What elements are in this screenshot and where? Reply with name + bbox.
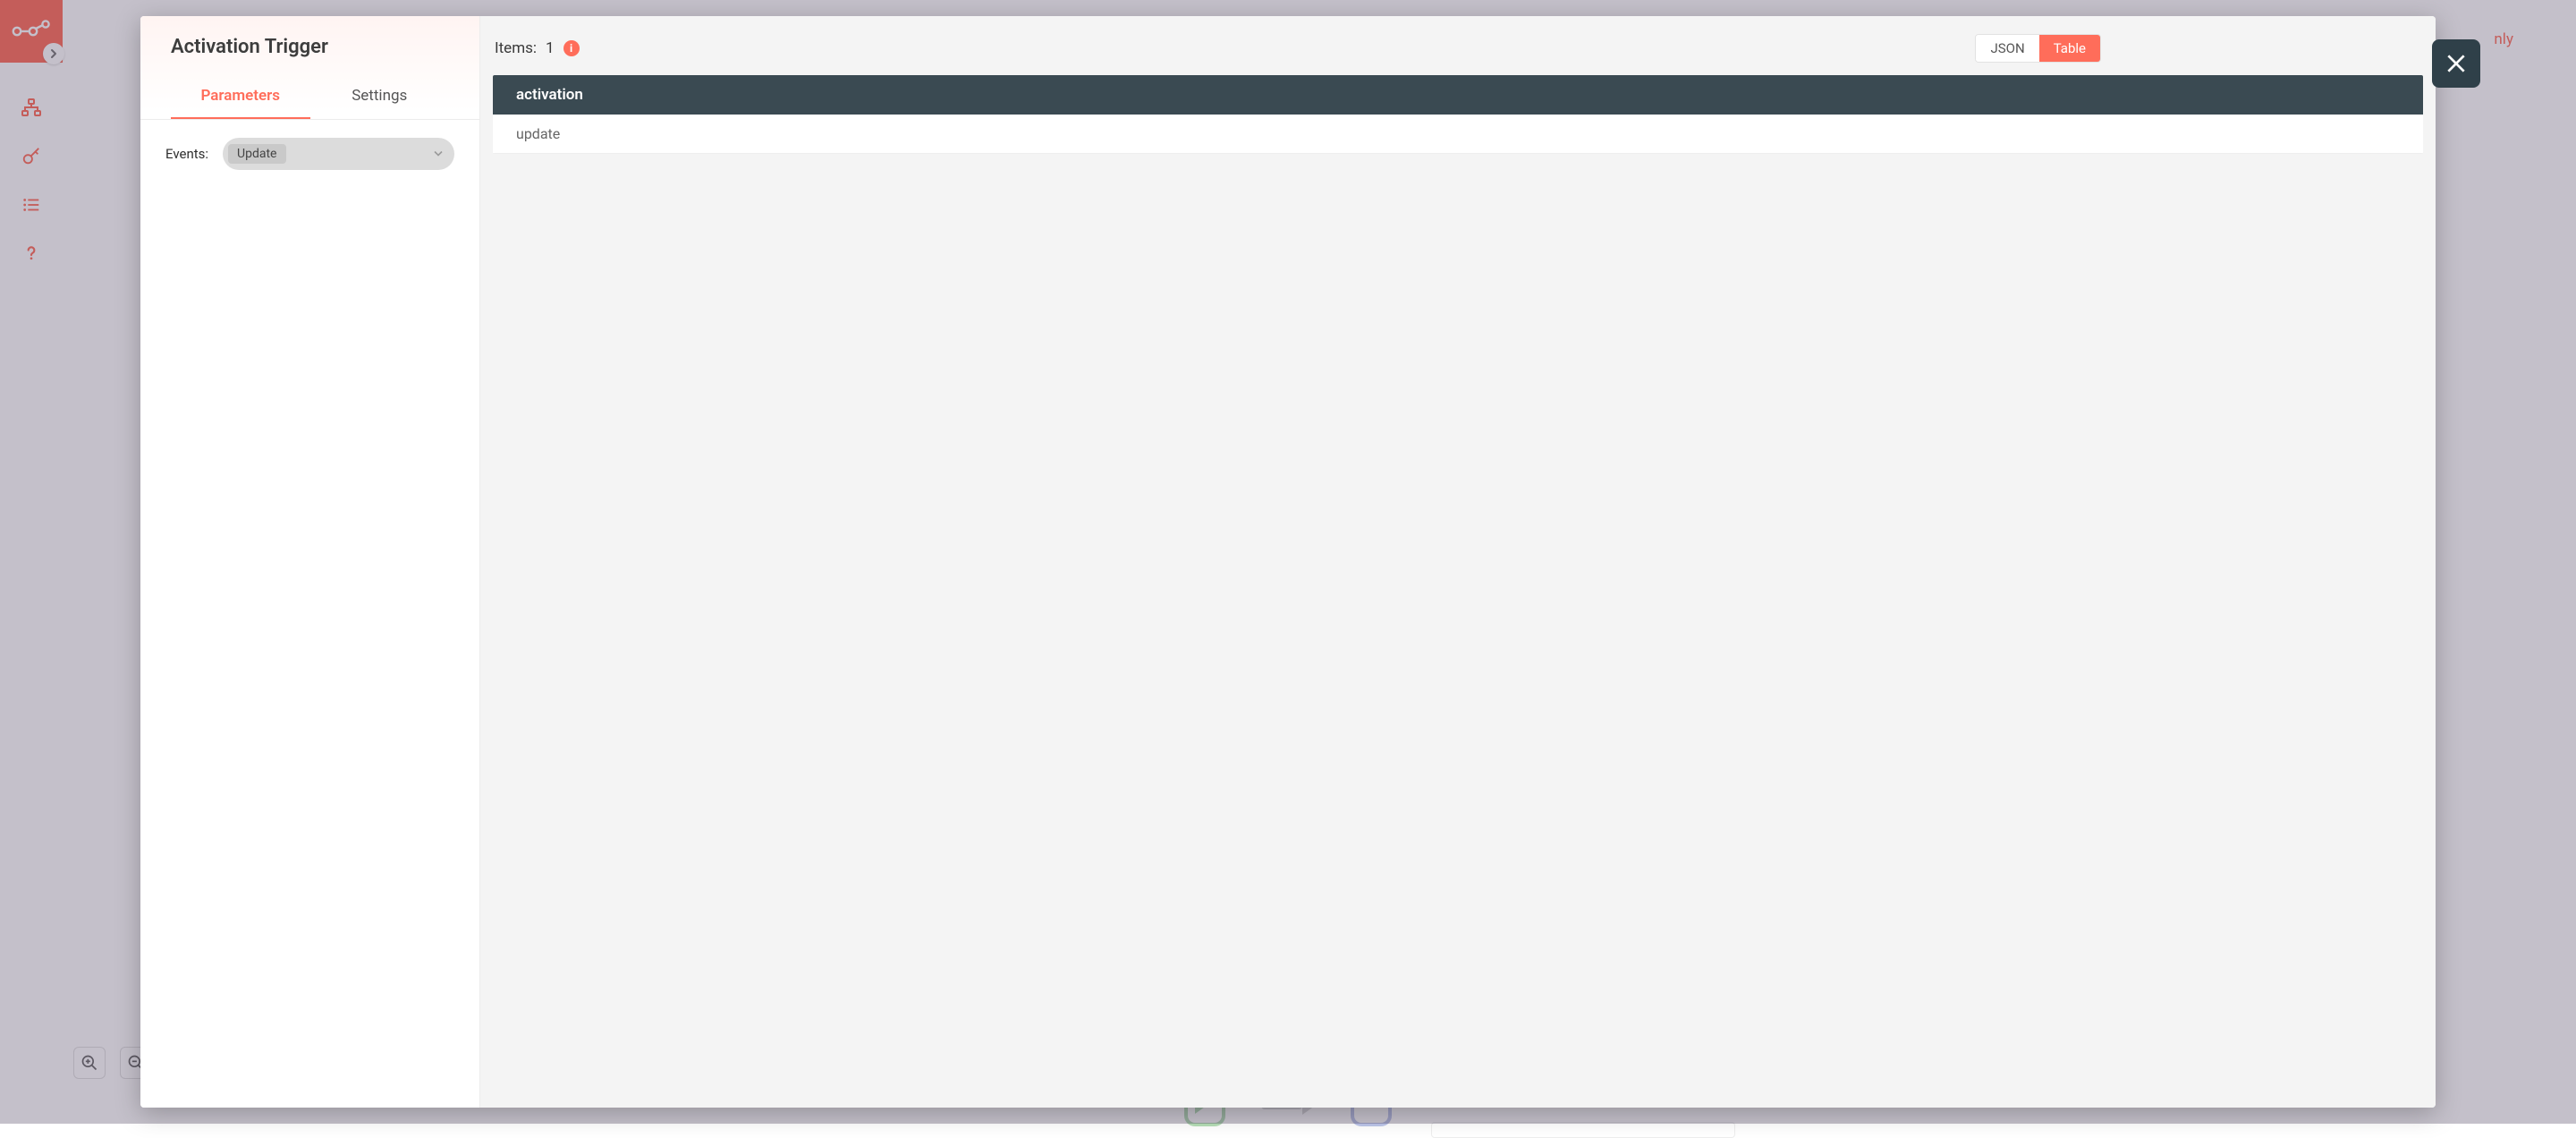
view-table-button[interactable]: Table [2039,35,2100,62]
config-tabs: Parameters Settings [171,78,449,119]
config-panel-header: Activation Trigger Parameters Settings [140,16,479,119]
param-label-events: Events: [165,146,208,162]
event-chip-update[interactable]: Update [228,144,285,164]
events-multiselect[interactable]: Update [223,138,454,170]
tab-settings[interactable]: Settings [310,78,450,119]
items-count: Items: 1 i [495,39,580,57]
view-json-button[interactable]: JSON [1976,35,2038,62]
chevron-down-icon [433,146,444,163]
output-panel: Items: 1 i JSON Table activation update [480,16,2436,1108]
info-icon[interactable]: i [564,40,580,56]
output-column-header: activation [493,75,2423,115]
param-row-events: Events: Update [165,138,454,170]
close-modal-button[interactable] [2432,39,2480,88]
modal-body: Activation Trigger Parameters Settings E… [140,16,2436,1108]
output-table: activation update [493,75,2423,154]
output-header: Items: 1 i JSON Table [493,29,2423,75]
node-title: Activation Trigger [171,36,449,78]
items-count-value: 1 [546,39,555,57]
output-view-toggle: JSON Table [1975,34,2101,63]
close-icon [2445,52,2468,75]
config-panel: Activation Trigger Parameters Settings E… [140,16,480,1108]
node-detail-modal: Activation Trigger Parameters Settings E… [140,16,2436,1108]
tab-parameters[interactable]: Parameters [171,78,310,119]
parameters-body: Events: Update [140,120,479,188]
items-label: Items: [495,39,537,57]
output-row-0: update [493,115,2423,154]
bg-card [1431,1122,1735,1138]
